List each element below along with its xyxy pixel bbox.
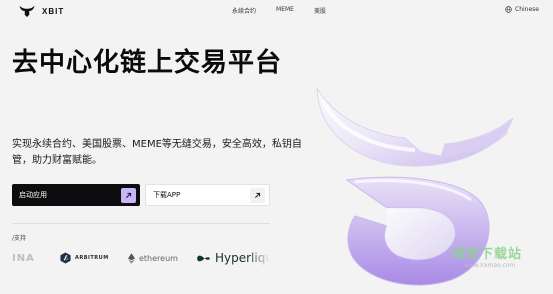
nav-links: 永续合约 MEME 美股 [232,6,326,15]
partner-logos: INA ARBITRUM ethereum Hyperliqui [12,248,270,268]
download-app-button[interactable]: 下载APP [145,184,270,206]
brand-name: XBIT [42,6,65,16]
hero-description: 实现永续合约、美国股票、MEME等无缝交易，安全高效，私钥自管，助力财富赋能。 [12,139,302,166]
nav-link-perpetual[interactable]: 永续合约 [232,6,256,15]
watermark-text: 绿软下载站 [452,247,523,262]
download-app-label: 下载APP [153,191,181,199]
xbit-bull-logo-icon [19,5,35,17]
language-label: Chinese [515,6,539,13]
hero-title: 去中心化链上交易平台 [12,48,283,78]
watermark: 绿软下载站 www.lrxmao.com [452,243,523,269]
launch-app-label: 启动应用 [19,191,47,199]
brand-logo[interactable]: XBIT [18,4,64,18]
hyperliquid-icon [197,255,210,261]
globe-icon [505,6,512,13]
partner-arbitrum: ARBITRUM [60,248,109,268]
arrow-up-right-icon [250,187,265,203]
arrow-up-right-icon [121,187,136,203]
nav-link-us-stocks[interactable]: 美股 [314,6,326,15]
support-label: /支持 [12,235,27,242]
arbitrum-icon [60,252,71,264]
partner-ethereum: ethereum [128,248,178,268]
launch-app-button[interactable]: 启动应用 [12,184,140,206]
divider [12,223,270,224]
language-selector[interactable]: Chinese [505,6,539,13]
ethereum-icon [128,252,135,264]
watermark-url: www.lrxmao.com [464,262,516,269]
partner-ina: INA [12,252,35,264]
top-nav: XBIT 永续合约 MEME 美股 Chinese [0,0,553,22]
nav-link-meme[interactable]: MEME [276,6,294,15]
